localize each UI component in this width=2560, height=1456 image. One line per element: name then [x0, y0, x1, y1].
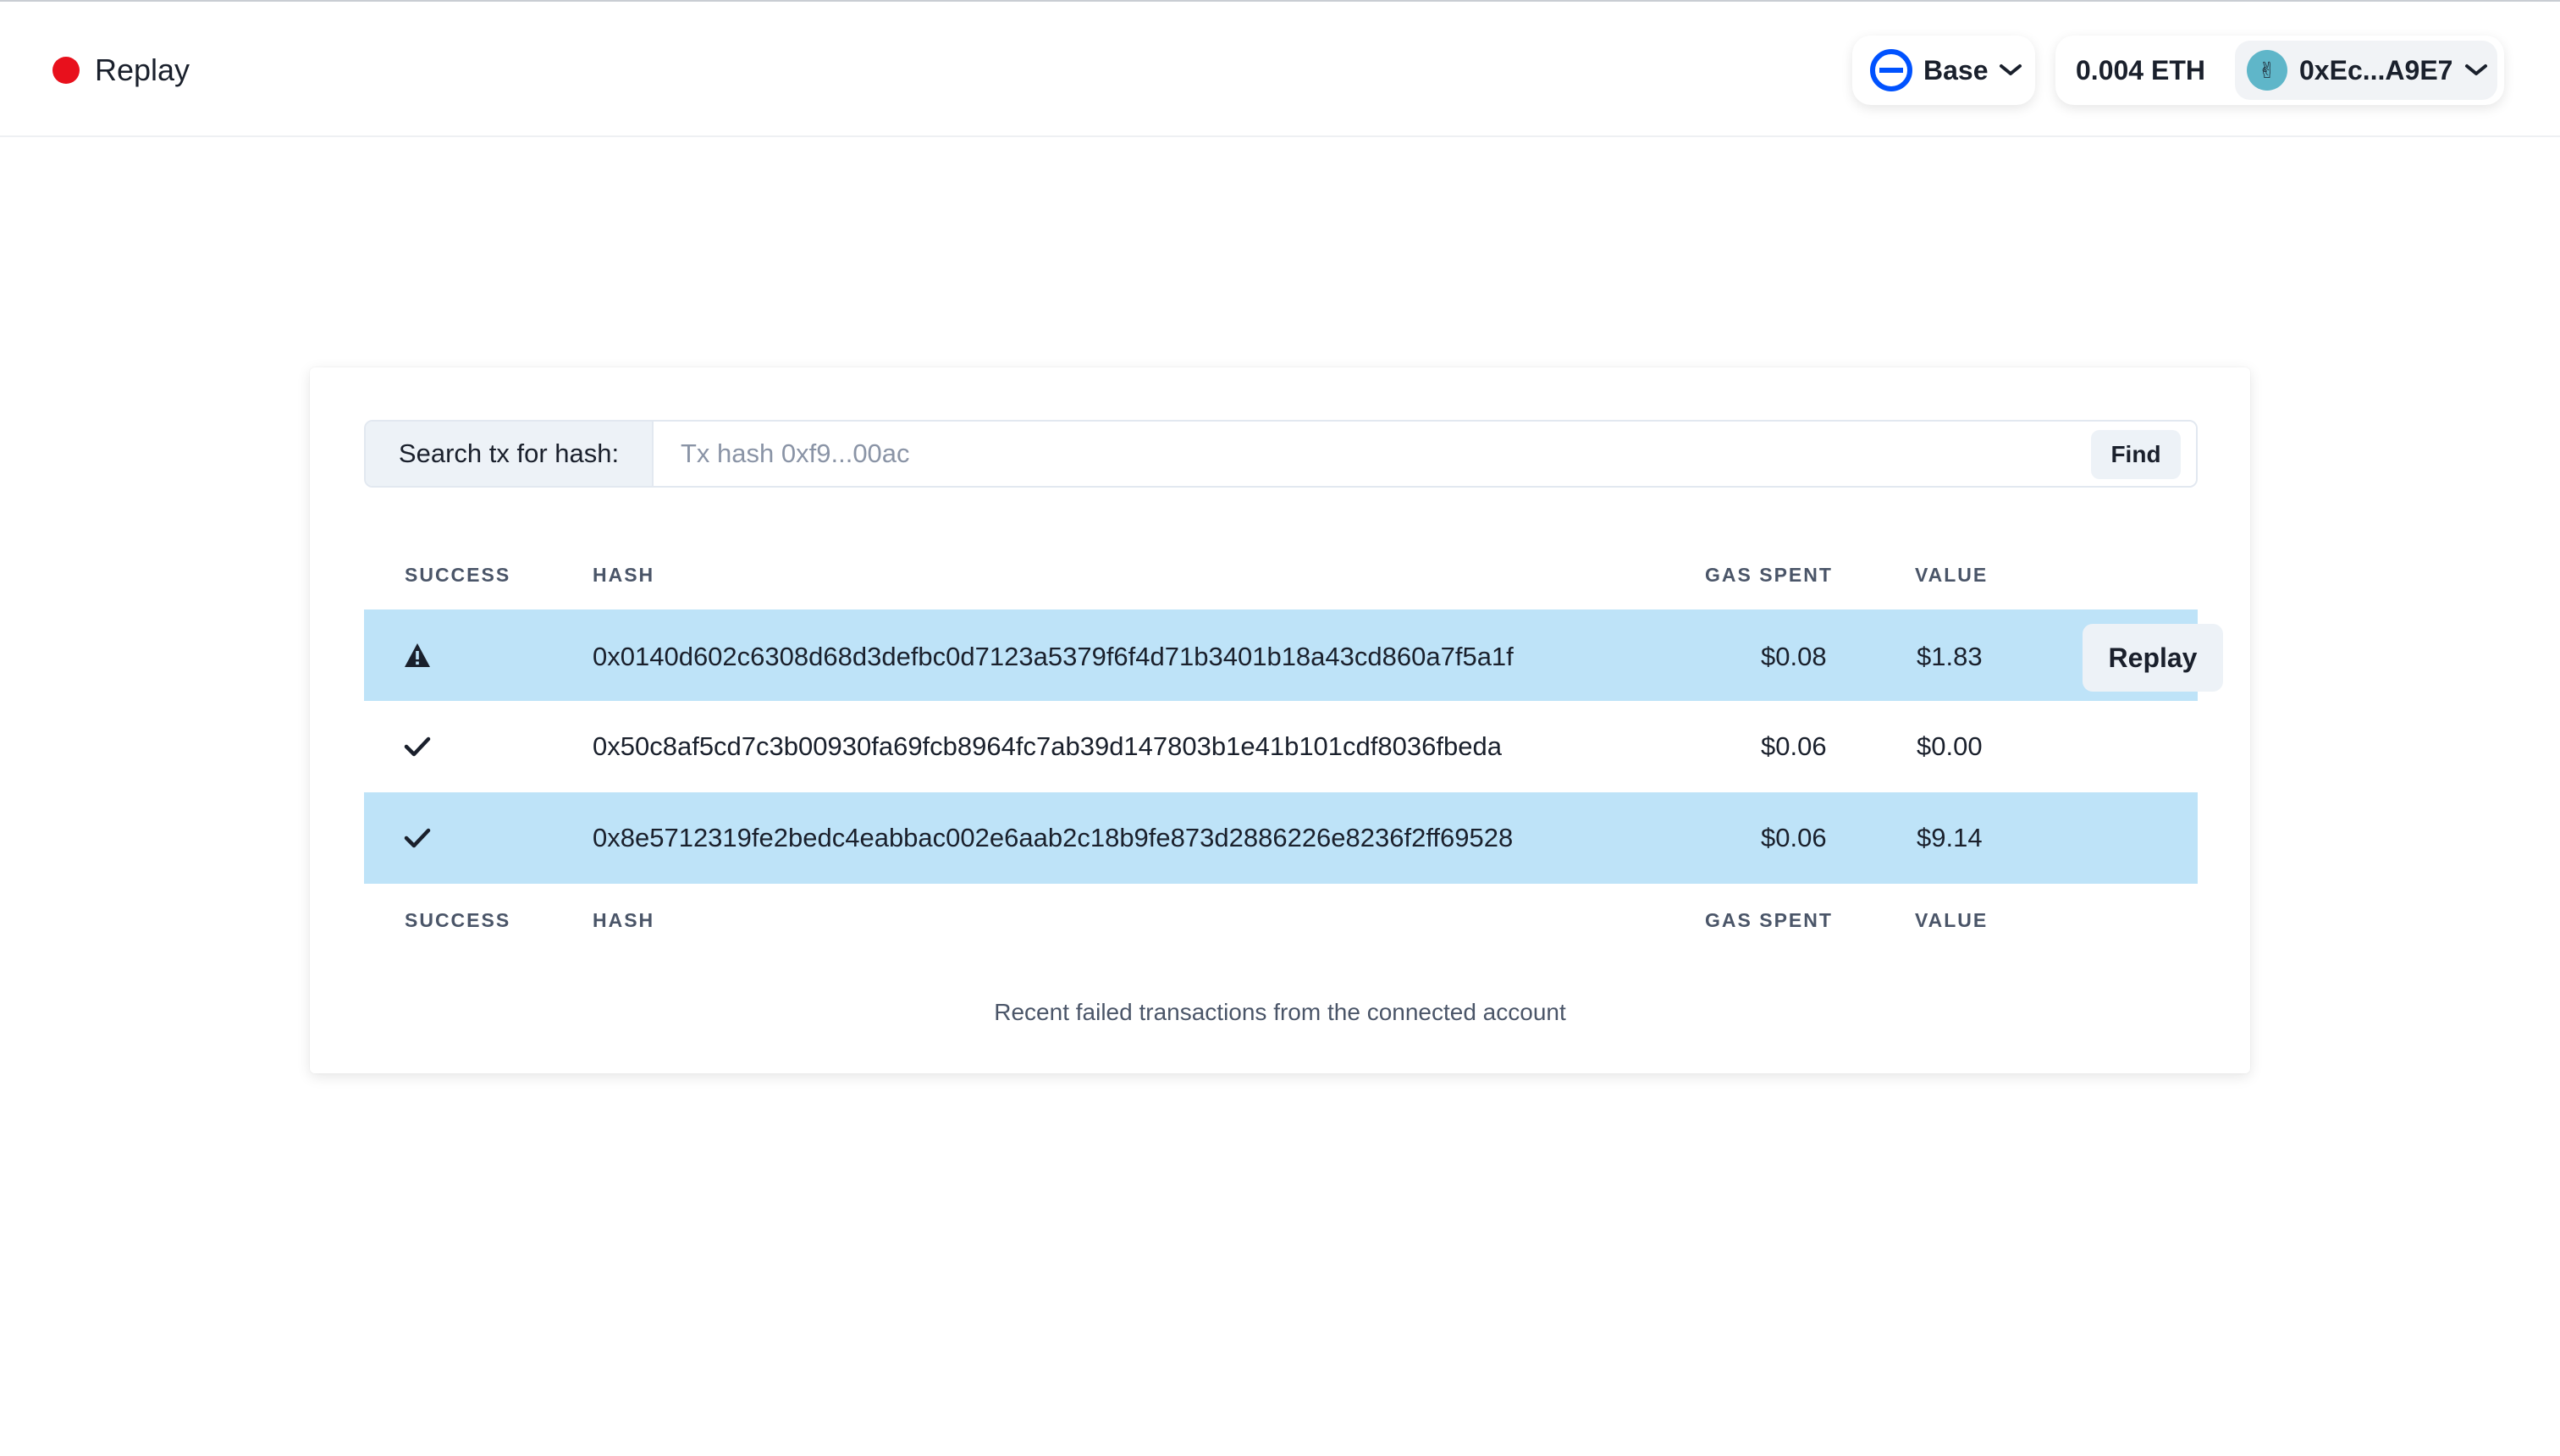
column-header-hash: HASH — [593, 564, 655, 586]
check-icon — [404, 736, 431, 757]
column-footer-hash: HASH — [593, 909, 655, 931]
find-button[interactable]: Find — [2091, 430, 2181, 479]
tx-hash-search-input[interactable] — [654, 422, 2196, 486]
network-label: Base — [1923, 54, 1989, 85]
tx-hash: 0x8e5712319fe2bedc4eabbac002e6aab2c18b9f… — [593, 823, 1514, 852]
table-caption: Recent failed transactions from the conn… — [994, 999, 1566, 1025]
column-footer-success: SUCCESS — [405, 909, 511, 931]
column-footer-gas-spent: GAS SPENT — [1705, 909, 1833, 931]
warning-icon — [405, 643, 430, 667]
account-button[interactable]: ✌ 0xEc...A9E7 — [2235, 41, 2497, 100]
table-row[interactable]: 0x8e5712319fe2bedc4eabbac002e6aab2c18b9f… — [364, 792, 2198, 884]
network-selector-button[interactable]: Base — [1852, 36, 2035, 105]
check-icon — [404, 828, 431, 848]
app-brand[interactable]: Replay — [52, 42, 190, 98]
balance-display: 0.004 ETH — [2076, 55, 2205, 85]
tx-value: $1.83 — [1917, 642, 1983, 671]
tx-value: $0.00 — [1917, 731, 1983, 761]
table-row[interactable]: 0x0140d602c6308d68d3defbc0d7123a5379f6f4… — [364, 609, 2223, 701]
search-bar: Search tx for hash: Find — [364, 420, 2198, 488]
base-network-icon — [1870, 49, 1912, 91]
chevron-down-icon — [2465, 64, 2488, 75]
brand-dot-icon — [52, 57, 80, 84]
app-title: Replay — [95, 52, 190, 87]
tx-hash: 0x0140d602c6308d68d3defbc0d7123a5379f6f4… — [593, 642, 1514, 671]
column-header-success: SUCCESS — [405, 564, 511, 586]
top-bar: Replay Base 0.004 ETH ✌ 0xEc...A9E7 — [0, 2, 2560, 137]
chevron-down-icon — [1999, 64, 2022, 75]
gas-spent: $0.08 — [1761, 642, 1827, 671]
transactions-card: Search tx for hash: Find SUCCESS HASH GA… — [310, 367, 2250, 1073]
table-row[interactable]: 0x50c8af5cd7c3b00930fa69fcb8964fc7ab39d1… — [364, 701, 2198, 792]
column-header-gas-spent: GAS SPENT — [1705, 564, 1833, 586]
column-header-value: VALUE — [1915, 564, 1989, 586]
gas-spent: $0.06 — [1761, 823, 1827, 852]
replay-button[interactable]: Replay — [2083, 624, 2223, 692]
account-address: 0xEc...A9E7 — [2299, 54, 2453, 85]
tx-hash: 0x50c8af5cd7c3b00930fa69fcb8964fc7ab39d1… — [593, 731, 1502, 761]
column-footer-value: VALUE — [1915, 909, 1989, 931]
search-label: Search tx for hash: — [366, 422, 654, 486]
account-widget: 0.004 ETH ✌ 0xEc...A9E7 — [2055, 36, 2504, 105]
avatar-icon: ✌ — [2247, 50, 2287, 91]
tx-value: $9.14 — [1917, 823, 1983, 852]
gas-spent: $0.06 — [1761, 731, 1827, 761]
